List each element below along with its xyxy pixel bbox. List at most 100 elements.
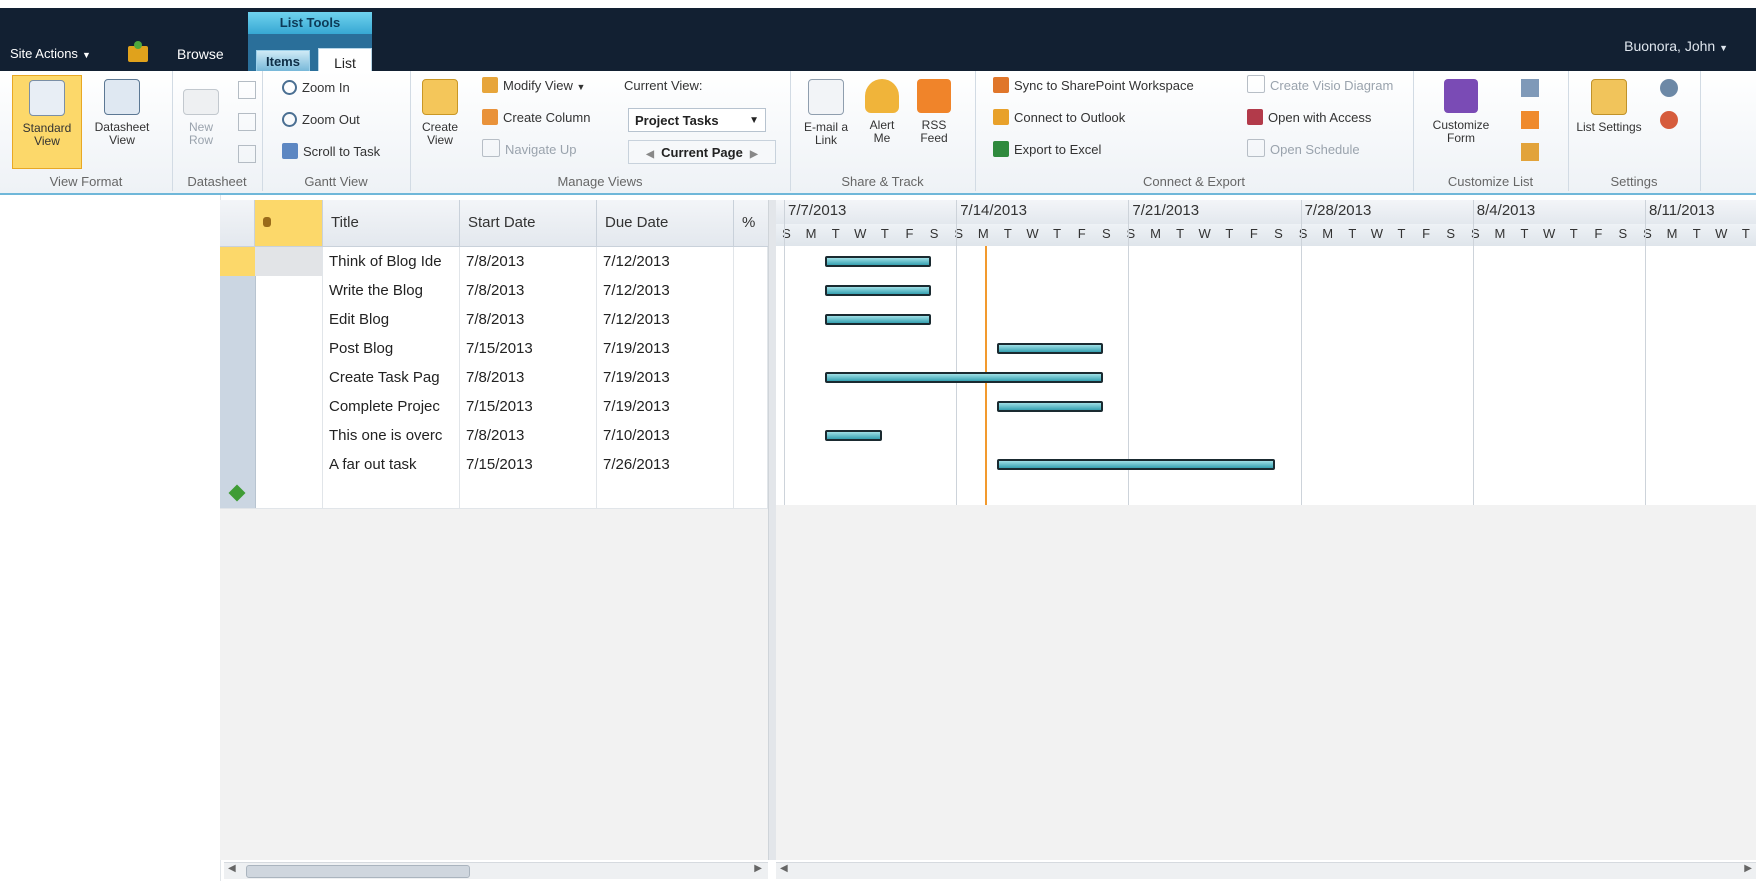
tab-browse[interactable]: Browse xyxy=(177,46,224,62)
refresh-data-icon[interactable] xyxy=(238,145,256,163)
empty-cell[interactable] xyxy=(323,479,460,508)
standard-view-button[interactable]: Standard View xyxy=(12,75,82,169)
attachment-cell[interactable] xyxy=(255,305,323,334)
grid-scroll-thumb[interactable] xyxy=(246,865,470,878)
cell-percent-complete[interactable] xyxy=(734,276,768,305)
cell-due[interactable]: 7/12/2013 xyxy=(597,247,734,276)
cell-start[interactable]: 7/8/2013 xyxy=(460,421,597,450)
customize-form-button[interactable]: Customize Form xyxy=(1421,75,1501,145)
attachment-cell[interactable] xyxy=(255,247,323,276)
row-selector[interactable] xyxy=(220,450,256,479)
row-selector[interactable] xyxy=(220,276,256,305)
gantt-task-bar[interactable] xyxy=(824,314,931,325)
column-header-attachments[interactable] xyxy=(255,200,323,246)
row-selector[interactable] xyxy=(220,334,256,363)
modify-view-button[interactable]: Modify View ▼ xyxy=(482,75,585,97)
workflow-settings-icon[interactable] xyxy=(1660,111,1678,129)
table-row[interactable]: This one is overc 7/8/2013 7/10/2013 xyxy=(220,421,768,451)
rss-feed-button[interactable]: RSS Feed xyxy=(910,75,958,145)
empty-cell[interactable] xyxy=(255,479,323,508)
zoom-out-button[interactable]: Zoom Out xyxy=(282,109,360,131)
cell-due[interactable]: 7/10/2013 xyxy=(597,421,734,450)
attachment-cell[interactable] xyxy=(255,363,323,392)
sync-workspace-button[interactable]: Sync to SharePoint Workspace xyxy=(993,75,1194,97)
empty-cell[interactable] xyxy=(734,479,768,508)
form-web-parts-icon[interactable] xyxy=(1521,143,1539,161)
list-permissions-icon[interactable] xyxy=(1660,79,1678,97)
row-selector[interactable] xyxy=(220,363,256,392)
list-settings-button[interactable]: List Settings xyxy=(1574,75,1644,134)
row-selector[interactable] xyxy=(220,392,256,421)
create-visio-button[interactable]: Create Visio Diagram xyxy=(1247,75,1393,97)
table-row[interactable]: Write the Blog 7/8/2013 7/12/2013 xyxy=(220,276,768,306)
column-header-due-date[interactable]: Due Date xyxy=(597,200,734,246)
cell-title[interactable]: Create Task Pag xyxy=(323,363,460,392)
table-row[interactable]: Complete Projec 7/15/2013 7/19/2013 xyxy=(220,392,768,422)
row-selector[interactable] xyxy=(220,305,256,334)
show-taskpane-icon[interactable] xyxy=(238,81,256,99)
table-row[interactable]: Think of Blog Ide 7/8/2013 7/12/2013 xyxy=(220,247,768,277)
connect-outlook-button[interactable]: Connect to Outlook xyxy=(993,107,1125,129)
gantt-task-bar[interactable] xyxy=(996,343,1104,354)
cell-start[interactable]: 7/8/2013 xyxy=(460,247,597,276)
table-row[interactable]: Post Blog 7/15/2013 7/19/2013 xyxy=(220,334,768,364)
current-page-pager[interactable]: ◀ Current Page ▶ xyxy=(628,140,776,164)
cell-title[interactable]: Think of Blog Ide xyxy=(323,247,460,276)
scroll-left-icon[interactable]: ◀ xyxy=(780,863,788,874)
cell-start[interactable]: 7/15/2013 xyxy=(460,334,597,363)
row-selector[interactable] xyxy=(220,421,256,450)
empty-cell[interactable] xyxy=(597,479,734,508)
gantt-task-bar[interactable] xyxy=(824,285,931,296)
cell-due[interactable]: 7/19/2013 xyxy=(597,392,734,421)
cell-percent-complete[interactable] xyxy=(734,450,768,479)
table-row[interactable]: Create Task Pag 7/8/2013 7/19/2013 xyxy=(220,363,768,393)
email-link-button[interactable]: E-mail a Link xyxy=(798,75,854,147)
cell-start[interactable]: 7/15/2013 xyxy=(460,392,597,421)
column-header-percent-complete[interactable]: % xyxy=(734,200,768,246)
cell-percent-complete[interactable] xyxy=(734,334,768,363)
grid-horizontal-scrollbar[interactable]: ◀ ▶ xyxy=(224,862,768,879)
cell-due[interactable]: 7/19/2013 xyxy=(597,334,734,363)
cell-start[interactable]: 7/15/2013 xyxy=(460,450,597,479)
zoom-in-button[interactable]: Zoom In xyxy=(282,77,350,99)
open-access-button[interactable]: Open with Access xyxy=(1247,107,1371,129)
cell-due[interactable]: 7/19/2013 xyxy=(597,363,734,392)
attachment-cell[interactable] xyxy=(255,421,323,450)
new-item-row[interactable] xyxy=(220,479,768,509)
attachment-cell[interactable] xyxy=(255,334,323,363)
cell-title[interactable]: This one is overc xyxy=(323,421,460,450)
cell-percent-complete[interactable] xyxy=(734,247,768,276)
column-header-title[interactable]: Title xyxy=(323,200,460,246)
cell-start[interactable]: 7/8/2013 xyxy=(460,276,597,305)
scroll-right-icon[interactable]: ▶ xyxy=(1744,863,1752,874)
cell-percent-complete[interactable] xyxy=(734,363,768,392)
create-column-button[interactable]: Create Column xyxy=(482,107,590,129)
new-row-button[interactable]: New Row xyxy=(178,75,224,147)
cell-title[interactable]: Edit Blog xyxy=(323,305,460,334)
cell-percent-complete[interactable] xyxy=(734,392,768,421)
column-header-start-date[interactable]: Start Date xyxy=(460,200,597,246)
navigate-up-button[interactable]: Navigate Up xyxy=(482,139,577,161)
cell-percent-complete[interactable] xyxy=(734,421,768,450)
gantt-horizontal-scrollbar[interactable]: ◀ ▶ xyxy=(776,862,1756,879)
alert-me-button[interactable]: Alert Me xyxy=(860,75,904,145)
chevron-right-icon[interactable]: ▶ xyxy=(750,149,758,160)
gantt-task-bar[interactable] xyxy=(996,401,1104,412)
datasheet-view-button[interactable]: Datasheet View xyxy=(86,75,158,147)
new-quick-step-icon[interactable] xyxy=(1521,111,1539,129)
cell-title[interactable]: Complete Projec xyxy=(323,392,460,421)
gantt-task-bar[interactable] xyxy=(996,459,1276,470)
site-actions-menu[interactable]: Site Actions ▼ xyxy=(10,46,91,61)
gantt-task-bar[interactable] xyxy=(824,256,931,267)
gantt-task-bar[interactable] xyxy=(824,430,882,441)
cell-due[interactable]: 7/12/2013 xyxy=(597,305,734,334)
open-schedule-button[interactable]: Open Schedule xyxy=(1247,139,1360,161)
cell-start[interactable]: 7/8/2013 xyxy=(460,305,597,334)
attachment-cell[interactable] xyxy=(255,392,323,421)
cell-title[interactable]: Post Blog xyxy=(323,334,460,363)
table-row[interactable]: A far out task 7/15/2013 7/26/2013 xyxy=(220,450,768,480)
table-row[interactable]: Edit Blog 7/8/2013 7/12/2013 xyxy=(220,305,768,335)
attachment-cell[interactable] xyxy=(255,450,323,479)
cell-title[interactable]: Write the Blog xyxy=(323,276,460,305)
navigate-up-icon[interactable] xyxy=(128,41,148,62)
